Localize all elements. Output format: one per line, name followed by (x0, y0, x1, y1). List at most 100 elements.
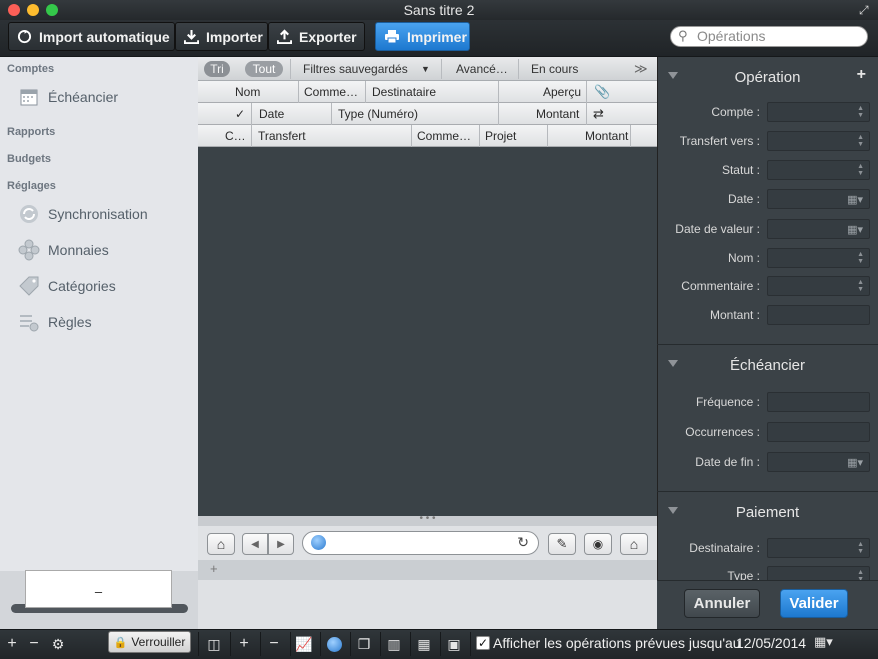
col-amount[interactable]: Montant (536, 107, 579, 121)
panel-icon[interactable]: ▣ (442, 634, 466, 654)
globe-icon[interactable] (322, 634, 346, 654)
chart-icon[interactable]: 📈 (292, 634, 316, 654)
calendar-picker-icon[interactable]: ▦▾ (814, 634, 833, 650)
sidebar-item-categories[interactable]: Catégories (18, 273, 116, 299)
lock-button[interactable]: 🔒 Verrouiller (108, 631, 191, 653)
remove-transaction-icon[interactable]: − (262, 634, 286, 654)
add-account-icon[interactable]: + (0, 634, 24, 654)
sidebar-toggle-icon[interactable]: ◫ (202, 634, 226, 654)
remove-account-icon[interactable]: − (22, 634, 46, 654)
printer-icon (385, 30, 399, 44)
advanced-filter[interactable]: Avancé… (456, 61, 508, 77)
url-field[interactable]: ↻ (302, 531, 539, 555)
chevron-down-icon[interactable]: ▼ (421, 61, 430, 77)
sidebar-item-schedule[interactable]: Échéancier (18, 84, 118, 110)
reload-icon[interactable]: ↻ (517, 534, 529, 551)
validate-button[interactable]: Valider (780, 589, 848, 618)
gear-icon[interactable]: ⚙ (46, 634, 70, 654)
forward-button[interactable]: ▶ (268, 533, 294, 555)
search-icon: ⚲ (678, 28, 688, 43)
print-button[interactable]: Imprimer (375, 22, 470, 51)
col-amount-2[interactable]: Montant (585, 129, 628, 143)
col-preview[interactable]: Aperçu (543, 85, 581, 99)
operation-label: Date : (727, 192, 760, 206)
sync-icon (18, 203, 40, 225)
cancel-button[interactable]: Annuler (684, 589, 760, 618)
home-button[interactable]: ⌂ (207, 533, 235, 555)
record-button[interactable]: ◉ (584, 533, 612, 555)
col-check[interactable]: ✓ (235, 107, 245, 121)
add-home-button[interactable]: ⌂ (620, 533, 648, 555)
stepper-icon[interactable]: ▲▼ (857, 279, 864, 293)
col-payee[interactable]: Destinataire (372, 85, 436, 99)
sidebar-header-budgets[interactable]: Budgets (7, 153, 51, 165)
calendar-icon[interactable]: ▦ (412, 634, 436, 654)
calendar-picker-icon[interactable]: ▦▾ (847, 193, 863, 206)
schedule-field[interactable] (767, 392, 870, 412)
schedule-field[interactable]: ▦▾ (767, 452, 870, 472)
separator (198, 632, 199, 656)
transfer-arrows-icon[interactable]: ⇄ (593, 107, 604, 121)
operation-field[interactable] (767, 305, 870, 325)
stepper-icon[interactable]: ▲▼ (857, 251, 864, 265)
globe-icon (311, 535, 326, 550)
col-type[interactable]: Type (Numéro) (338, 107, 418, 121)
col-comment-2[interactable]: Comme… (417, 129, 471, 143)
payment-field[interactable]: ▲▼ (767, 538, 870, 558)
calendar-picker-icon[interactable]: ▦▾ (847, 223, 863, 236)
operation-field[interactable]: ▲ ▼ (767, 276, 870, 296)
saved-filters-menu[interactable]: Filtres sauvegardés (303, 61, 408, 77)
add-icon[interactable]: + (210, 561, 218, 576)
stepper-icon[interactable]: ▲▼ (857, 105, 864, 119)
operation-label: Date de valeur : (675, 222, 760, 236)
operation-section-header[interactable]: Opération + (657, 58, 878, 95)
all-filter[interactable]: Tout (245, 61, 283, 77)
split-handle[interactable]: • • • (198, 514, 657, 526)
section-divider (657, 491, 878, 492)
operation-field[interactable]: ▲ ▼ (767, 248, 870, 268)
import-button[interactable]: Importer (175, 22, 268, 51)
col-c[interactable]: C… (225, 129, 246, 143)
paperclip-icon[interactable]: 📎 (594, 85, 610, 99)
col-date[interactable]: Date (259, 107, 284, 121)
show-planned-checkbox[interactable]: ✓ (476, 636, 490, 650)
col-transfer[interactable]: Transfert (258, 129, 306, 143)
operation-field[interactable]: ▲ ▼ (767, 102, 870, 122)
payment-section-header[interactable]: Paiement (657, 493, 878, 530)
add-transaction-icon[interactable]: + (232, 634, 256, 654)
stepper-icon[interactable]: ▲▼ (857, 134, 864, 148)
operation-field[interactable]: ▲ ▼ (767, 131, 870, 151)
in-progress-filter[interactable]: En cours (531, 61, 578, 77)
col-name[interactable]: Nom (235, 85, 260, 99)
operation-field[interactable]: ▦▾ (767, 219, 870, 239)
sidebar-item-currencies[interactable]: Monnaies (18, 237, 109, 263)
stepper-icon[interactable]: ▲▼ (857, 541, 864, 555)
schedule-section-header[interactable]: Échéancier (657, 346, 878, 383)
export-label: Exporter (299, 28, 357, 45)
planned-date-field[interactable]: 12/05/2014 (736, 635, 806, 651)
sidebar-item-rules[interactable]: Règles (18, 309, 92, 335)
transactions-list[interactable] (198, 147, 657, 516)
col-comment[interactable]: Comme… (304, 85, 358, 99)
edit-button[interactable]: ✎ (548, 533, 576, 555)
col-project[interactable]: Projet (485, 129, 516, 143)
add-icon[interactable]: + (857, 66, 866, 84)
sidebar-item-sync[interactable]: Synchronisation (18, 201, 148, 227)
calendar-picker-icon[interactable]: ▦▾ (847, 456, 863, 469)
export-button[interactable]: Exporter (268, 22, 365, 51)
sidebar-header-reports[interactable]: Rapports (7, 126, 55, 138)
documents-icon[interactable]: ❐ (352, 634, 376, 654)
more-icon[interactable]: ≫ (634, 61, 648, 77)
sort-toggle[interactable]: Tri (204, 61, 230, 77)
operation-field[interactable]: ▦▾ (767, 189, 870, 209)
operation-field[interactable]: ▲ ▼ (767, 160, 870, 180)
search-input[interactable]: ⚲ Opérations (670, 26, 868, 47)
operation-title: Opération (734, 69, 801, 86)
schedule-field[interactable] (767, 422, 870, 442)
stepper-icon[interactable]: ▲▼ (857, 163, 864, 177)
sidebar-item-label: Échéancier (48, 89, 119, 105)
import-auto-button[interactable]: Import automatique (8, 22, 175, 51)
back-button[interactable]: ◀ (242, 533, 268, 555)
columns-icon[interactable]: ▥ (382, 634, 406, 654)
fullscreen-icon[interactable]: ⤢ (859, 3, 869, 18)
